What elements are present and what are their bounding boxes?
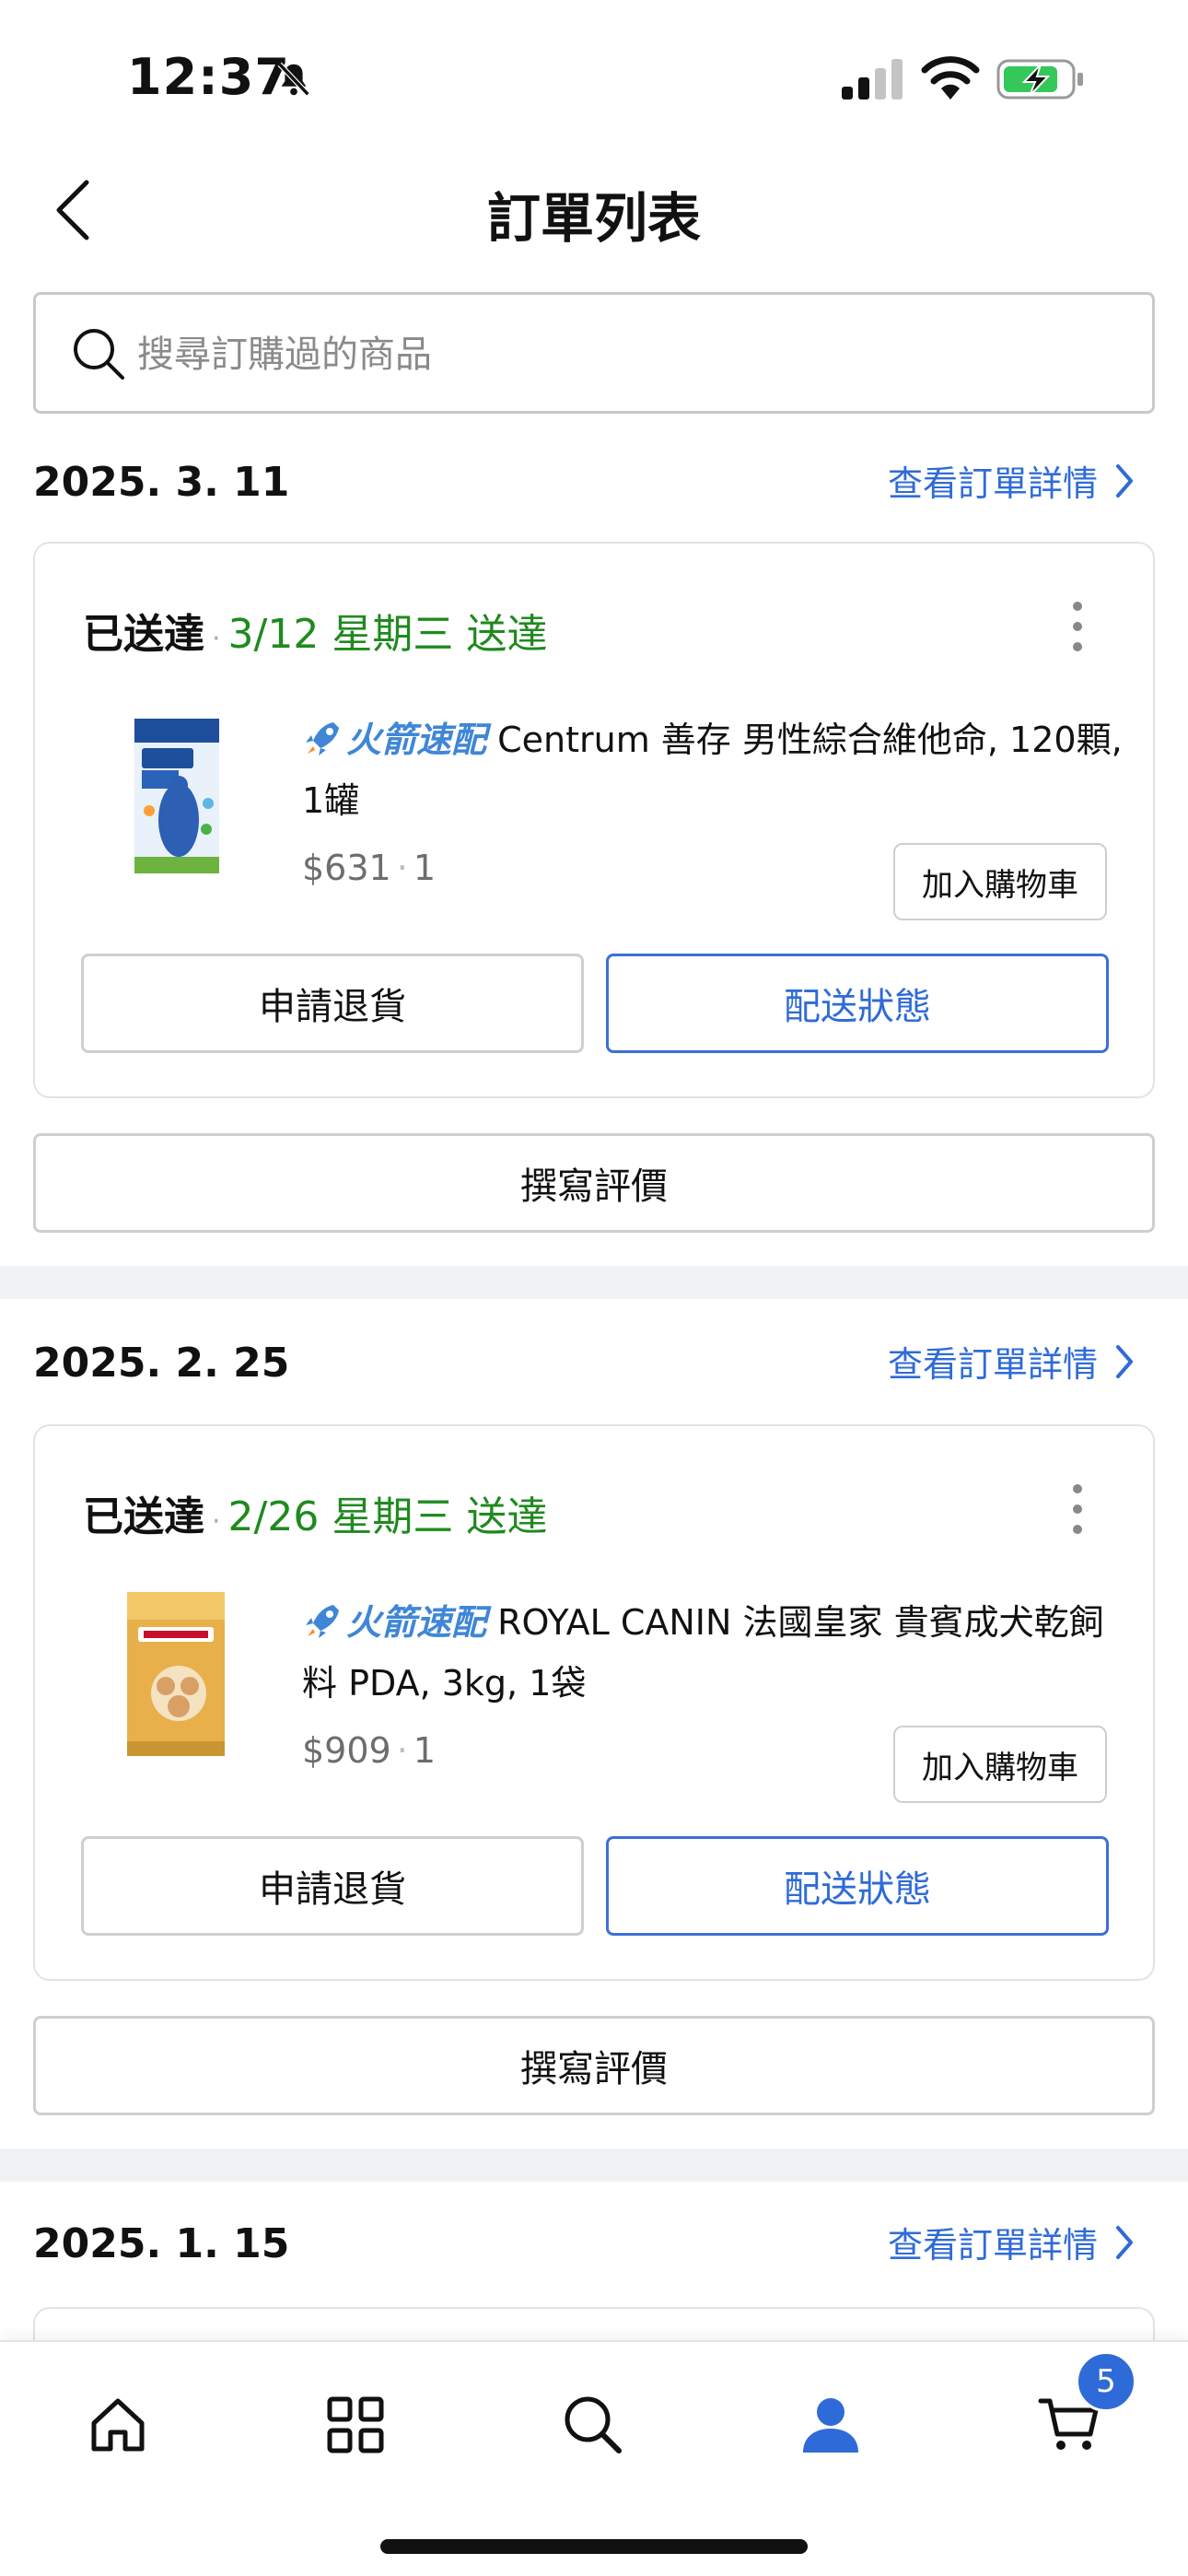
product-quantity: 1 bbox=[413, 848, 436, 888]
tab-categories[interactable] bbox=[309, 2379, 402, 2471]
search-input[interactable] bbox=[137, 322, 1113, 387]
categories-icon bbox=[327, 2396, 384, 2453]
view-order-details-label: 查看訂單詳情 bbox=[887, 2225, 1098, 2266]
tab-profile[interactable] bbox=[785, 2379, 877, 2471]
rocket-delivery-badge: 火箭速配 bbox=[346, 1602, 487, 1643]
price-line: $631 · 1 bbox=[302, 848, 436, 888]
bell-muted-icon bbox=[277, 62, 310, 97]
chevron-right-icon bbox=[1116, 2225, 1133, 2259]
order-card: 已送達 · 3/12 星期三 送達 火箭速配 Centrum 善存 男性綜合維他… bbox=[33, 542, 1155, 1098]
section-divider bbox=[0, 2149, 1188, 2182]
product-title[interactable]: 火箭速配 Centrum 善存 男性綜合維他命, 120顆, 1罐 bbox=[302, 709, 1131, 831]
delivery-status: 已送達 · 3/12 星期三 送達 bbox=[83, 601, 547, 660]
view-order-details-label: 查看訂單詳情 bbox=[887, 463, 1098, 504]
status-label: 已送達 bbox=[83, 611, 204, 658]
more-options-icon[interactable] bbox=[1070, 601, 1085, 652]
search-bar[interactable] bbox=[33, 292, 1155, 414]
request-return-button[interactable]: 申請退貨 bbox=[81, 954, 584, 1053]
delivery-date: 3/12 星期三 送達 bbox=[227, 611, 548, 658]
add-to-cart-button[interactable]: 加入購物車 bbox=[893, 1726, 1107, 1803]
order-group: 2025. 2. 25 查看訂單詳情 已送達 · 2/26 星期三 送達 火箭速… bbox=[0, 1316, 1188, 2145]
product-price: $909 bbox=[302, 1730, 391, 1771]
tab-search[interactable] bbox=[547, 2379, 639, 2471]
order-date: 2025. 3. 11 bbox=[33, 459, 290, 506]
cellular-signal-icon bbox=[842, 59, 903, 100]
order-card: 已送達 · 2/26 星期三 送達 火箭速配 ROYAL CANIN 法國皇家 … bbox=[33, 1424, 1155, 1981]
order-card bbox=[33, 2307, 1155, 2340]
home-icon bbox=[91, 2398, 145, 2452]
view-order-details-link[interactable]: 查看訂單詳情 bbox=[888, 1336, 1136, 1387]
request-return-button[interactable]: 申請退貨 bbox=[81, 1836, 584, 1936]
order-group: 2025. 3. 11 查看訂單詳情 已送達 · 3/12 星期三 送達 火箭速… bbox=[0, 433, 1188, 1262]
price-line: $909 · 1 bbox=[302, 1730, 436, 1771]
home-indicator bbox=[380, 2539, 808, 2554]
status-separator: · bbox=[212, 623, 221, 655]
product-image[interactable] bbox=[101, 700, 250, 884]
status-bar: 12:37 bbox=[0, 0, 1188, 157]
price-separator: · bbox=[396, 848, 408, 888]
tab-home[interactable] bbox=[72, 2379, 164, 2471]
order-date: 2025. 2. 25 bbox=[33, 1340, 290, 1387]
page-title: 訂單列表 bbox=[486, 187, 701, 250]
product-price: $631 bbox=[302, 848, 391, 888]
chevron-right-icon bbox=[1116, 463, 1133, 498]
wifi-icon bbox=[921, 56, 980, 100]
product-title[interactable]: 火箭速配 ROYAL CANIN 法國皇家 貴賓成犬乾飼料 PDA, 3kg, … bbox=[302, 1592, 1131, 1714]
add-to-cart-button[interactable]: 加入購物車 bbox=[893, 843, 1107, 920]
view-order-details-link[interactable]: 查看訂單詳情 bbox=[888, 2217, 1136, 2267]
product-quantity: 1 bbox=[413, 1730, 436, 1771]
price-separator: · bbox=[396, 1730, 408, 1771]
section-divider bbox=[0, 1266, 1188, 1299]
chevron-right-icon bbox=[1116, 1344, 1133, 1378]
delivery-status-button[interactable]: 配送狀態 bbox=[606, 1836, 1109, 1936]
product-image[interactable] bbox=[101, 1583, 250, 1767]
search-icon bbox=[74, 329, 124, 380]
more-options-icon[interactable] bbox=[1070, 1483, 1085, 1535]
rocket-icon bbox=[306, 1605, 339, 1638]
battery-charging-icon bbox=[996, 59, 1083, 100]
delivery-status: 已送達 · 2/26 星期三 送達 bbox=[83, 1483, 547, 1542]
cart-count-badge: 5 bbox=[1076, 2351, 1136, 2412]
rocket-delivery-badge: 火箭速配 bbox=[346, 720, 487, 760]
view-order-details-label: 查看訂單詳情 bbox=[887, 1344, 1098, 1385]
search-icon bbox=[565, 2396, 622, 2453]
order-group: 2025. 1. 15 查看訂單詳情 bbox=[0, 2198, 1188, 2340]
order-date: 2025. 1. 15 bbox=[33, 2220, 290, 2267]
delivery-date: 2/26 星期三 送達 bbox=[227, 1493, 548, 1540]
profile-icon bbox=[803, 2398, 858, 2453]
write-review-button[interactable]: 撰寫評價 bbox=[33, 2016, 1155, 2115]
status-time: 12:37 bbox=[127, 48, 290, 106]
rocket-icon bbox=[306, 722, 339, 755]
delivery-status-button[interactable]: 配送狀態 bbox=[606, 954, 1109, 1053]
nav-header: 訂單列表 bbox=[0, 157, 1188, 286]
status-label: 已送達 bbox=[83, 1493, 204, 1540]
view-order-details-link[interactable]: 查看訂單詳情 bbox=[888, 455, 1136, 506]
write-review-button[interactable]: 撰寫評價 bbox=[33, 1133, 1155, 1233]
status-separator: · bbox=[212, 1505, 221, 1538]
